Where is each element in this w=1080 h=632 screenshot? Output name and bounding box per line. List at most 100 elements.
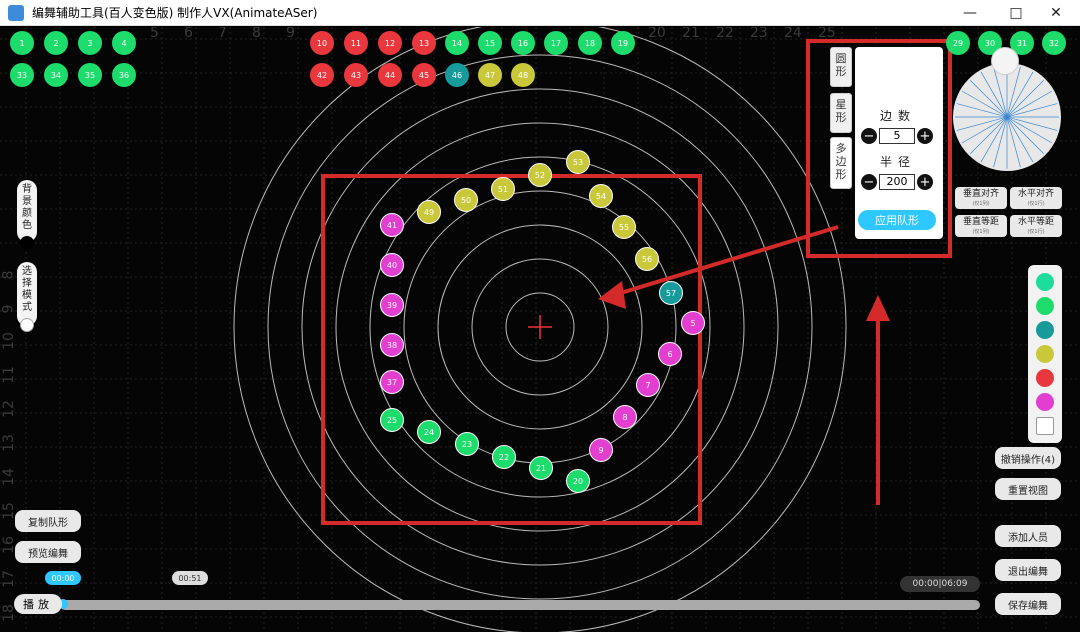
apply-formation-button[interactable]: 应用队形 xyxy=(858,210,936,230)
dancer-marker[interactable]: 12 xyxy=(378,31,402,55)
undo-button[interactable]: 撤销操作(4) xyxy=(995,447,1061,469)
dancer-marker[interactable]: 5 xyxy=(681,311,705,335)
maximize-icon[interactable]: □ xyxy=(996,0,1036,26)
dancer-marker[interactable]: 40 xyxy=(380,253,404,277)
save-edit-button[interactable]: 保存编舞 xyxy=(995,593,1061,615)
dancer-marker[interactable]: 22 xyxy=(492,445,516,469)
dancer-marker[interactable]: 53 xyxy=(566,150,590,174)
rotation-wheel[interactable] xyxy=(951,61,1063,173)
dancer-marker[interactable]: 35 xyxy=(78,63,102,87)
dancer-marker[interactable]: 45 xyxy=(412,63,436,87)
dancer-marker[interactable]: 46 xyxy=(445,63,469,87)
dancer-marker[interactable]: 55 xyxy=(612,215,636,239)
swatch-teal-green[interactable] xyxy=(1036,273,1054,291)
dancer-marker[interactable]: 29 xyxy=(946,31,970,55)
dancer-marker[interactable]: 10 xyxy=(310,31,334,55)
current-time-tag: 00:00 xyxy=(45,571,81,585)
dancer-marker[interactable]: 52 xyxy=(528,163,552,187)
vertical-align-button[interactable]: 垂直对齐 (仅1列) xyxy=(955,187,1007,209)
background-color-toggle[interactable]: 背景颜色 xyxy=(17,180,37,250)
horizontal-align-sub: (仅1行) xyxy=(1027,201,1045,207)
tab-circle[interactable]: 圆形 xyxy=(830,47,852,87)
dancer-marker[interactable]: 21 xyxy=(529,456,553,480)
dancer-marker[interactable]: 1 xyxy=(10,31,34,55)
horizontal-space-button[interactable]: 水平等距 (仅1行) xyxy=(1010,215,1062,237)
dancer-marker[interactable]: 8 xyxy=(613,405,637,429)
dancer-marker[interactable]: 33 xyxy=(10,63,34,87)
horizontal-space-label: 水平等距 xyxy=(1017,217,1054,227)
exit-edit-button[interactable]: 退出编舞 xyxy=(995,559,1061,581)
reset-view-button[interactable]: 重置视图 xyxy=(995,478,1061,500)
dancer-marker[interactable]: 6 xyxy=(658,342,682,366)
dancer-marker[interactable]: 44 xyxy=(378,63,402,87)
dancer-marker[interactable]: 38 xyxy=(380,333,404,357)
axis-top-label: 22 xyxy=(716,27,734,41)
dancer-marker[interactable]: 37 xyxy=(380,370,404,394)
dancer-marker[interactable]: 49 xyxy=(417,200,441,224)
swatch-custom[interactable] xyxy=(1036,417,1054,435)
dancer-marker[interactable]: 19 xyxy=(611,31,635,55)
dancer-marker[interactable]: 54 xyxy=(589,184,613,208)
dancer-marker[interactable]: 24 xyxy=(417,420,441,444)
dancer-marker[interactable]: 2 xyxy=(44,31,68,55)
dancer-marker[interactable]: 43 xyxy=(344,63,368,87)
radius-plus-button[interactable]: + xyxy=(917,174,933,190)
horizontal-align-button[interactable]: 水平对齐 (仅1行) xyxy=(1010,187,1062,209)
stage-canvas[interactable]: 5 6 7 8 9 20 21 22 23 24 25 8 9 10 11 12… xyxy=(0,27,1080,632)
dancer-marker[interactable]: 7 xyxy=(636,373,660,397)
timeline-track[interactable] xyxy=(60,600,980,610)
rotation-handle[interactable] xyxy=(991,47,1019,75)
dancer-marker[interactable]: 14 xyxy=(445,31,469,55)
sides-stepper[interactable]: − 5 + xyxy=(861,127,933,145)
axis-left-label: 14 xyxy=(0,468,17,486)
dancer-marker[interactable]: 51 xyxy=(491,177,515,201)
play-button[interactable]: 播放 xyxy=(14,594,62,614)
dancer-marker[interactable]: 18 xyxy=(578,31,602,55)
radius-minus-button[interactable]: − xyxy=(861,174,877,190)
dancer-marker[interactable]: 36 xyxy=(112,63,136,87)
dancer-marker[interactable]: 41 xyxy=(380,213,404,237)
minimize-icon[interactable]: — xyxy=(950,0,990,26)
dancer-marker[interactable]: 32 xyxy=(1042,31,1066,55)
keyframe-marker-tag[interactable]: 00:51 xyxy=(172,571,208,585)
add-person-button[interactable]: 添加人员 xyxy=(995,525,1061,547)
dancer-marker[interactable]: 47 xyxy=(478,63,502,87)
tab-polygon[interactable]: 多边形 xyxy=(830,137,852,189)
dancer-marker[interactable]: 16 xyxy=(511,31,535,55)
swatch-red[interactable] xyxy=(1036,369,1054,387)
tab-star[interactable]: 星形 xyxy=(830,93,852,133)
copy-formation-button[interactable]: 复制队形 xyxy=(15,510,81,532)
dancer-marker[interactable]: 9 xyxy=(589,438,613,462)
dancer-marker[interactable]: 3 xyxy=(78,31,102,55)
dancer-marker[interactable]: 25 xyxy=(380,408,404,432)
dancer-marker[interactable]: 34 xyxy=(44,63,68,87)
dancer-marker[interactable]: 17 xyxy=(544,31,568,55)
sides-minus-button[interactable]: − xyxy=(861,128,877,144)
vertical-space-button[interactable]: 垂直等距 (仅1列) xyxy=(955,215,1007,237)
sides-plus-button[interactable]: + xyxy=(917,128,933,144)
dancer-marker[interactable]: 48 xyxy=(511,63,535,87)
radius-stepper[interactable]: − 200 + xyxy=(861,173,933,191)
select-mode-dot xyxy=(20,318,34,332)
preview-button[interactable]: 预览编舞 xyxy=(15,541,81,563)
sides-value[interactable]: 5 xyxy=(879,128,915,144)
dancer-marker[interactable]: 23 xyxy=(455,432,479,456)
close-icon[interactable]: ✕ xyxy=(1036,0,1076,26)
dancer-marker[interactable]: 50 xyxy=(454,188,478,212)
swatch-yellow[interactable] xyxy=(1036,345,1054,363)
dancer-marker[interactable]: 56 xyxy=(635,247,659,271)
dancer-marker[interactable]: 4 xyxy=(112,31,136,55)
radius-label: 半径 xyxy=(880,155,917,169)
swatch-magenta[interactable] xyxy=(1036,393,1054,411)
dancer-marker[interactable]: 13 xyxy=(412,31,436,55)
dancer-marker[interactable]: 15 xyxy=(478,31,502,55)
dancer-marker[interactable]: 57 xyxy=(659,281,683,305)
swatch-teal[interactable] xyxy=(1036,321,1054,339)
dancer-marker[interactable]: 11 xyxy=(344,31,368,55)
dancer-marker[interactable]: 39 xyxy=(380,293,404,317)
radius-value[interactable]: 200 xyxy=(879,174,915,190)
dancer-marker[interactable]: 20 xyxy=(566,469,590,493)
dancer-marker[interactable]: 42 xyxy=(310,63,334,87)
swatch-green[interactable] xyxy=(1036,297,1054,315)
select-mode-toggle[interactable]: 选择模式 xyxy=(17,262,37,332)
